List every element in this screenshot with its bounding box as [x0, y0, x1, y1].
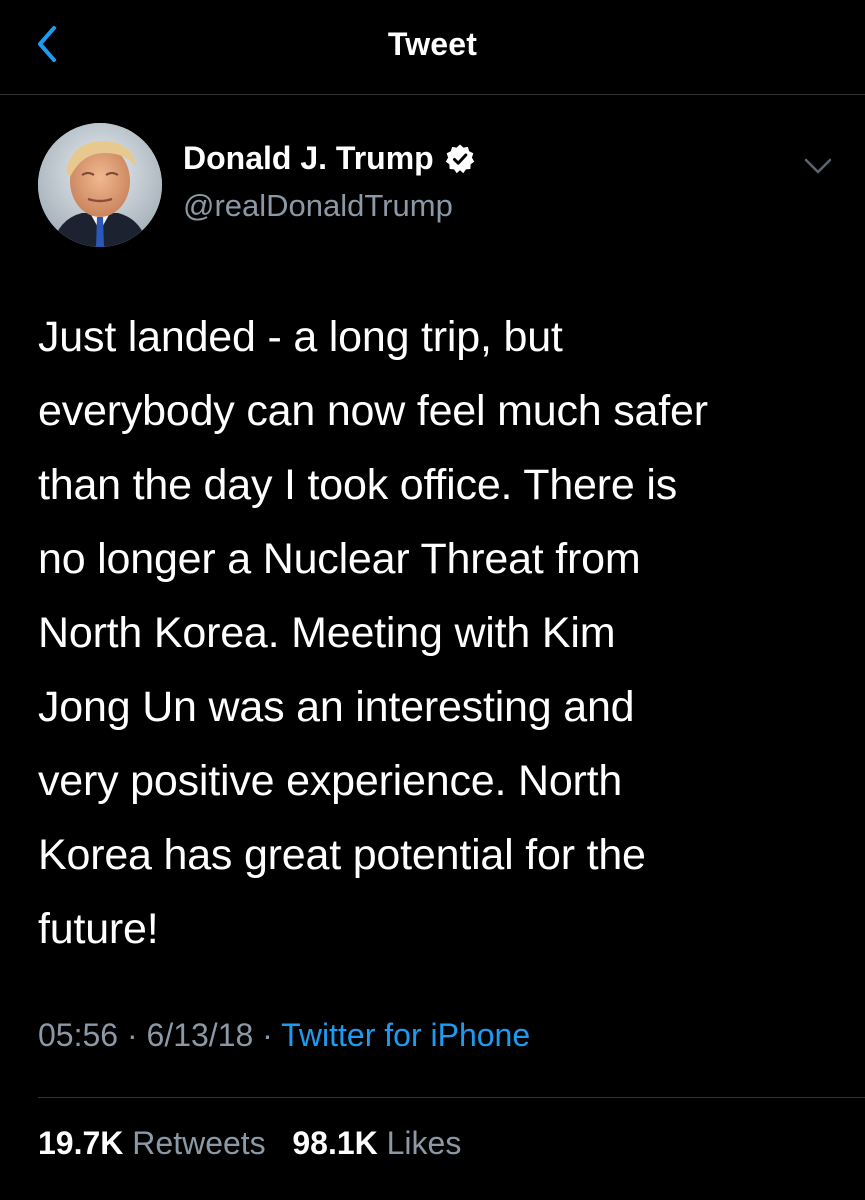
verified-badge-icon — [444, 143, 476, 175]
likes-stat[interactable]: 98.1K Likes — [292, 1125, 461, 1161]
tweet-text-line: everybody can now feel much safer — [38, 387, 708, 435]
tweet-date: 6/13/18 — [146, 1017, 254, 1053]
tweet-time: 05:56 — [38, 1017, 119, 1053]
meta-separator: · — [118, 1017, 147, 1053]
avatar[interactable] — [38, 123, 162, 247]
chevron-down-icon — [800, 152, 836, 182]
tweet-stats: 19.7K Retweets 98.1K Likes — [38, 1125, 461, 1162]
nav-bar: Tweet — [0, 0, 865, 95]
tweet-text-line: Jong Un was an interesting and — [38, 683, 635, 731]
tweet-text-line: Just landed - a long trip, but — [38, 313, 563, 361]
tweet-text-line: than the day I took office. There is — [38, 461, 677, 509]
retweets-label: Retweets — [132, 1125, 266, 1161]
tweet-source-link[interactable]: Twitter for iPhone — [281, 1017, 530, 1053]
author-handle[interactable]: @realDonaldTrump — [183, 188, 453, 224]
tweet-text-line: Korea has great potential for the — [38, 831, 646, 879]
likes-count: 98.1K — [292, 1125, 378, 1161]
divider — [38, 1097, 865, 1098]
tweet-menu-button[interactable] — [800, 152, 836, 182]
tweet-text: Just landed - a long trip, but everybody… — [38, 300, 838, 966]
tweet-text-line: no longer a Nuclear Threat from — [38, 535, 641, 583]
tweet-text-line: very positive experience. North — [38, 757, 623, 805]
likes-label: Likes — [386, 1125, 462, 1161]
tweet-meta: 05:56 · 6/13/18 · Twitter for iPhone — [38, 1017, 530, 1054]
page-title: Tweet — [387, 26, 478, 62]
meta-separator: · — [253, 1017, 282, 1053]
retweets-stat[interactable]: 19.7K Retweets — [38, 1125, 266, 1161]
retweets-count: 19.7K — [38, 1125, 124, 1161]
author-row[interactable]: Donald J. Trump — [183, 140, 476, 177]
tweet-text-line: North Korea. Meeting with Kim — [38, 609, 616, 657]
tweet-text-line: future! — [38, 905, 159, 953]
display-name[interactable]: Donald J. Trump — [183, 140, 434, 177]
